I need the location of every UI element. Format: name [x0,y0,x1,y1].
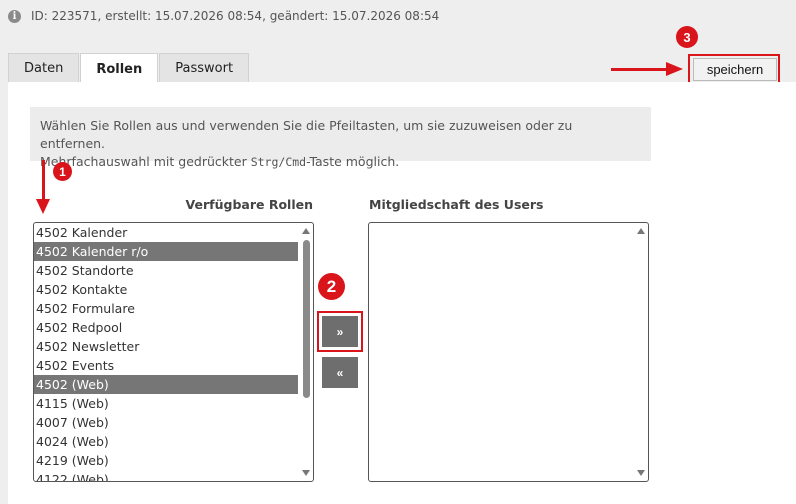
role-option[interactable]: 4219 (Web) [34,451,298,470]
tab-passwort[interactable]: Passwort [159,53,250,83]
tab-bar: Daten Rollen Passwort [8,53,250,84]
role-option[interactable]: 4502 Kalender [34,223,298,242]
info-bar: i ID: 223571, erstellt: 15.07.2026 08:54… [0,0,796,32]
tab-rollen[interactable]: Rollen [80,53,159,84]
hint-line-1: Wählen Sie Rollen aus und verwenden Sie … [40,118,573,151]
hint-box: Wählen Sie Rollen aus und verwenden Sie … [30,107,651,169]
annotation-arrow-1 [42,160,45,200]
hint-line-2: Mehrfachauswahl mit gedrückter Strg/Cmd-… [40,154,400,169]
role-option[interactable]: 4502 Standorte [34,261,298,280]
role-option[interactable]: 4502 Events [34,356,298,375]
record-meta-text: ID: 223571, erstellt: 15.07.2026 08:54, … [31,9,440,23]
role-option[interactable]: 4502 Kalender r/o [34,242,298,261]
available-roles-label: Verfügbare Rollen [185,197,313,212]
membership-label: Mitgliedschaft des Users [369,197,544,212]
role-option[interactable]: 4007 (Web) [34,413,298,432]
membership-list[interactable] [368,222,649,482]
annotation-arrow-3-head [666,62,683,76]
annotation-badge-2: 2 [318,273,345,300]
available-roles-scrollbar[interactable] [300,223,313,481]
role-option[interactable]: 4502 Formulare [34,299,298,318]
remove-role-button[interactable]: « [322,357,358,388]
membership-scrollbar[interactable] [635,223,648,481]
role-option[interactable]: 4024 (Web) [34,432,298,451]
annotation-arrow-3 [611,68,668,71]
role-option[interactable]: 4502 Newsletter [34,337,298,356]
available-roles-options: 4502 Kalender 4502 Kalender r/o 4502 Stand… [34,223,313,481]
annotation-badge-3: 3 [676,26,698,48]
save-button-highlight [688,54,780,84]
info-icon: i [8,9,21,23]
role-option[interactable]: 4502 Redpool [34,318,298,337]
hint-key-code: Strg/Cmd [250,155,307,169]
scroll-up-icon[interactable] [302,228,310,234]
role-option[interactable]: 4115 (Web) [34,394,298,413]
tab-daten[interactable]: Daten [8,53,80,83]
scroll-up-icon[interactable] [637,228,645,234]
available-roles-list[interactable]: 4502 Kalender 4502 Kalender r/o 4502 Stand… [33,222,314,482]
roles-panel: Wählen Sie Rollen aus und verwenden Sie … [8,82,796,504]
scroll-down-icon[interactable] [637,470,645,476]
role-option[interactable]: 4122 (Web) [34,470,298,481]
add-role-button-highlight [317,311,363,352]
scroll-down-icon[interactable] [302,470,310,476]
scroll-thumb[interactable] [303,240,310,398]
annotation-badge-1: 1 [53,162,72,181]
role-option[interactable]: 4502 (Web) [34,375,298,394]
role-option[interactable]: 4502 Kontakte [34,280,298,299]
annotation-arrow-1-head [36,199,50,214]
